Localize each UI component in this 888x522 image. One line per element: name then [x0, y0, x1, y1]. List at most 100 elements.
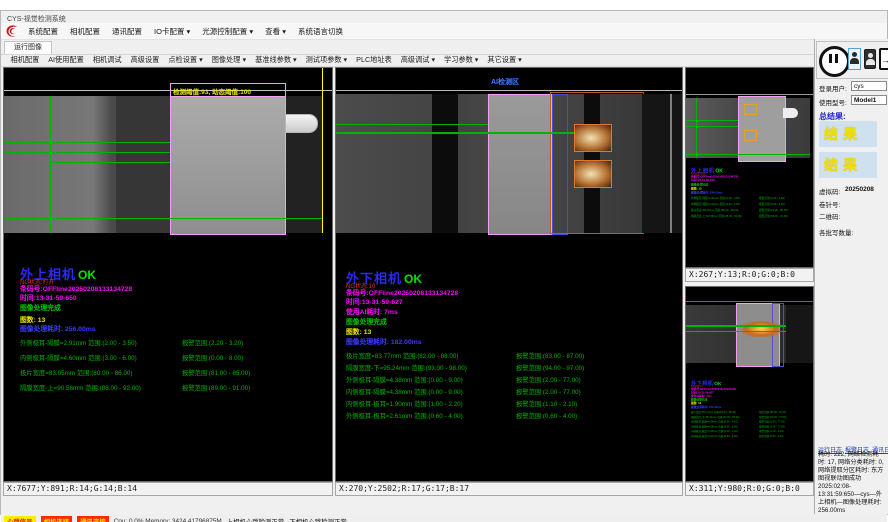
tool-advanced-settings[interactable]: 高级设置: [126, 55, 164, 65]
result-ok: OK: [404, 272, 422, 286]
pause-icon: [819, 46, 850, 77]
measure-line-vertical: [50, 96, 51, 233]
operator-2-button[interactable]: [864, 49, 876, 69]
exit-button[interactable]: →: [879, 48, 888, 70]
measure-line-3: [50, 162, 170, 163]
electrode-tab: [285, 114, 318, 133]
elapsed-text: 图像处理耗时: 182.00ms: [346, 336, 422, 346]
tab-blob-2: [574, 160, 612, 188]
menu-item-language-switch[interactable]: 系统语言切换: [292, 26, 349, 37]
result-ok: OK: [714, 381, 721, 387]
time-text: 时间:13-31-59-650: [20, 292, 77, 302]
machine-edge-line: [686, 94, 814, 95]
tab-blob: [742, 321, 780, 337]
measure-line-2: [686, 126, 738, 127]
measure-line-2: [4, 152, 170, 153]
tool-advanced-debug[interactable]: 高级调试 ▾: [396, 55, 439, 65]
application-window: CYS-视觉检测系统 系统配置 相机配置 通讯配置 IO卡配置 ▾ 光源控制配置…: [0, 0, 888, 522]
machine-right-dark: [642, 94, 683, 233]
virtual-code-label: 虚拟码:: [819, 186, 840, 196]
viewport-small-top[interactable]: 外上相机OK NG状态:打开 条码号:OFFline20250208133134…: [685, 67, 814, 268]
window-chrome: CYS-视觉检测系统 系统配置 相机配置 通讯配置 IO卡配置 ▾ 光源控制配置…: [0, 10, 888, 515]
menu-item-camera-config[interactable]: 相机配置: [64, 26, 106, 37]
spindle-label: 卷针号:: [819, 199, 840, 209]
operator-1-button[interactable]: [848, 48, 861, 70]
machine-dark-column: [116, 96, 170, 233]
lower-camera-heartbeat-status: 下相机心跳检测正常: [289, 517, 347, 522]
cpu-memory-status: Cpu: 0.0% Memory: 3424.41796875M: [114, 518, 222, 522]
app-logo-icon: [4, 24, 20, 38]
person-icon: [849, 49, 860, 69]
machine-rail-line: [670, 94, 672, 233]
status-bar: 心跳信号 相机连接 通讯连接 Cpu: 0.0% Memory: 3424.41…: [1, 514, 887, 522]
tool-learning-params[interactable]: 学习参数 ▾: [440, 55, 483, 65]
login-user-input[interactable]: cys: [851, 81, 887, 91]
virtual-code-value: 20250208: [845, 186, 874, 193]
measure-line-1: [686, 120, 738, 121]
model-input[interactable]: Model1: [851, 95, 887, 105]
tool-baseline-params[interactable]: 基准线参数 ▾: [251, 55, 302, 65]
lower-camera-image: AI检测区: [336, 68, 683, 233]
small-bottom-image: [686, 287, 814, 372]
qr-code-label: 二维码:: [819, 211, 840, 221]
machine-right-dark: [786, 305, 814, 363]
roi-box-2: [744, 130, 757, 141]
measure-line-4: [4, 218, 322, 219]
elapsed-text: 图像处理耗时: 256.00ms: [691, 190, 723, 194]
tool-test-params[interactable]: 测试项参数 ▾: [301, 55, 352, 65]
menu-item-view[interactable]: 查看 ▾: [259, 26, 292, 37]
measure-line-1: [4, 142, 170, 143]
toolbar: 相机配置 AI使用配置 相机调试 高级设置 点检设置 ▾ 图像处理 ▾ 基准线参…: [1, 54, 813, 67]
menu-item-io-config[interactable]: IO卡配置 ▾: [148, 26, 196, 37]
tool-other-settings[interactable]: 其它设置 ▾: [483, 55, 526, 65]
menu-item-comm-config[interactable]: 通讯配置: [106, 26, 148, 37]
person-icon: [865, 50, 875, 68]
result-ok: OK: [78, 268, 96, 282]
viewport-lower-camera[interactable]: AI检测区 外下相机OK NG状态:10 条码号:OFFline20250208…: [335, 67, 683, 482]
menu-bar: 系统配置 相机配置 通讯配置 IO卡配置 ▾ 光源控制配置 ▾ 查看 ▾ 系统语…: [1, 23, 887, 40]
lower-camera-pixel-status: X:270;Y:2502;R:17;G:17;B:17: [335, 482, 683, 496]
pause-button[interactable]: [819, 46, 850, 77]
tool-camera-config[interactable]: 相机配置: [6, 55, 44, 65]
frame-count-text: 图数: 13: [346, 326, 371, 336]
exit-arrow-icon: →: [881, 55, 888, 65]
elapsed-text: 图像处理耗时: 182.00ms: [691, 405, 721, 409]
elapsed-text: 图像处理耗时: 256.00ms: [20, 323, 96, 333]
separator-film-region: [170, 96, 286, 235]
menu-item-system-config[interactable]: 系统配置: [22, 26, 64, 37]
result-ok: OK: [715, 168, 723, 174]
log-output: 耗时: 222, 网络检测耗时: 17, 网络分类耗时: 0, 网络提取分区耗时…: [818, 451, 884, 515]
tool-ai-usage-config[interactable]: AI使用配置: [44, 55, 89, 65]
model-label: 使用型号:: [819, 97, 847, 107]
separator-film-region: [488, 94, 552, 235]
process-done-text: 图像处理完成: [20, 302, 61, 312]
time-text: 时间:13-31-59-627: [346, 296, 403, 306]
result-indicator-lower: 结果: [819, 152, 877, 178]
measure-line-1: [336, 124, 488, 125]
tool-spot-check[interactable]: 点检设置 ▾: [164, 55, 207, 65]
tool-plc-address-table[interactable]: PLC地址表: [352, 55, 397, 65]
camera-connect-badge: 相机连接: [41, 516, 73, 522]
roi-top-line: [686, 301, 814, 302]
viewport-upper-camera[interactable]: 检测阈值:93, 动态阈值:100 外上相机OK NG状态:打开 条码号:OFF…: [3, 67, 333, 482]
tool-image-processing[interactable]: 图像处理 ▾: [207, 55, 250, 65]
measure-line-2: [336, 132, 574, 134]
tab-run-image[interactable]: 运行图像: [4, 41, 52, 54]
menu-item-light-control[interactable]: 光源控制配置 ▾: [196, 26, 259, 37]
measure-line-3: [686, 154, 810, 155]
side-panel: → 登录用户: cys 使用型号: Model1 总结果: 结果 结果 虚拟码:…: [814, 39, 888, 514]
small-top-image: [686, 68, 814, 163]
tab-bar: 运行图像: [1, 40, 887, 55]
process-done-text: 图像处理完成: [346, 316, 387, 326]
small-bottom-pixel-status: X:311;Y:980;R:0;G:0;B:0: [685, 482, 814, 496]
tool-camera-debug[interactable]: 相机调试: [88, 55, 126, 65]
viewport-small-bottom[interactable]: 外下相机OK NG状态:10 条码号:OFFline20250208133134…: [685, 286, 814, 482]
upper-camera-pixel-status: X:7677;Y:891;R:14;G:14;B:14: [3, 482, 333, 496]
result-indicator-upper: 结果: [819, 121, 877, 147]
roi-box-1: [744, 104, 757, 115]
measure-line-vertical: [696, 98, 697, 158]
threshold-label-box: 检测阈值:93, 动态阈值:100: [170, 83, 286, 97]
comm-connect-badge: 通讯连接: [77, 516, 109, 522]
roi-edge-line-yellow: [322, 68, 323, 233]
threshold-label: 检测阈值:93, 动态阈值:100: [173, 86, 251, 96]
